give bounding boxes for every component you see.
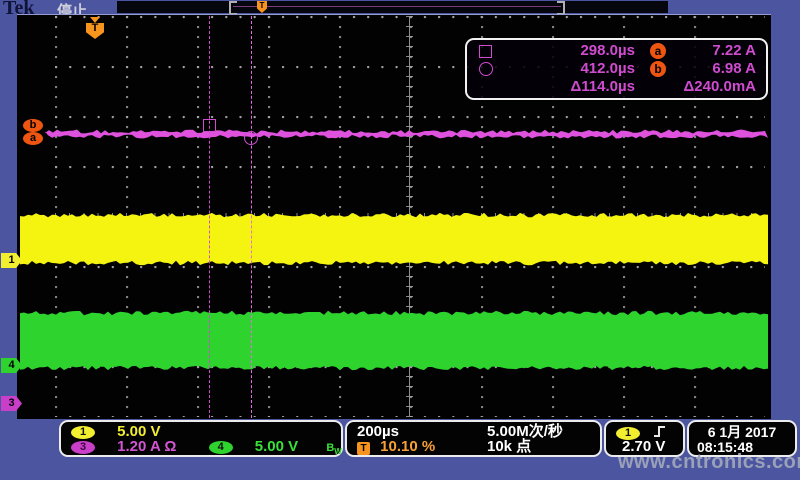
cursor-b-badge: b bbox=[635, 60, 681, 77]
cursor-b-line bbox=[251, 16, 252, 418]
cursor-a-badge: a bbox=[635, 42, 681, 59]
square-cursor-icon bbox=[479, 42, 513, 59]
ch1-badge: 1 bbox=[71, 426, 95, 439]
cursor-readout-box: 298.0µs a 7.22 A 412.0µs b 6.98 A Δ114.0… bbox=[465, 38, 768, 100]
cursor-circle-marker-icon bbox=[244, 131, 258, 145]
record-view-bar: T bbox=[117, 1, 668, 13]
date: 6 1月 2017 bbox=[689, 424, 795, 440]
cursor-a-value: 7.22 A bbox=[681, 42, 756, 59]
ch3-scale: 1.20 A Ω bbox=[117, 438, 176, 455]
cursor-a-time: 298.0µs bbox=[513, 42, 635, 59]
trigger-slope-rising-icon bbox=[652, 424, 667, 439]
cursor-b-edge-badge: b bbox=[23, 119, 43, 132]
record-length: 10k 点 bbox=[487, 439, 531, 455]
oscilloscope-screen: Tek 停止 T T b a 1 4 3 298.0µs a 7.22 A 41… bbox=[0, 0, 800, 480]
cursor-a-line bbox=[209, 16, 210, 418]
trigger-position-caret-icon bbox=[90, 17, 100, 23]
cursor-delta-value: Δ240.0mA bbox=[681, 78, 756, 95]
circle-cursor-icon bbox=[479, 60, 513, 77]
ch3-badge: 3 bbox=[71, 441, 95, 454]
trigger-position-icon: T bbox=[357, 442, 370, 455]
cursor-a-edge-badge: a bbox=[23, 132, 43, 145]
trigger-position-percent: 10.10 % bbox=[380, 438, 435, 455]
ch4-scale: 5.00 V bbox=[255, 438, 298, 455]
ch4-badge: 4 bbox=[209, 441, 233, 454]
horizontal-readout-box: 200µs 5.00M次/秒 T 10.10 % 10k 点 bbox=[345, 420, 602, 457]
bandwidth-limit-icon: BW bbox=[326, 442, 342, 454]
cursor-b-value: 6.98 A bbox=[681, 60, 756, 77]
record-trigger-marker-icon: T bbox=[257, 1, 267, 13]
cursor-delta-time: Δ114.0µs bbox=[513, 78, 635, 95]
cursor-b-time: 412.0µs bbox=[513, 60, 635, 77]
channel-readout-box: 1 5.00 V 3 1.20 A Ω 4 5.00 V BW bbox=[59, 420, 343, 457]
record-window-right-bracket bbox=[557, 1, 565, 15]
record-window-left-bracket bbox=[229, 1, 237, 15]
watermark: www.cntronics.com bbox=[618, 451, 800, 474]
record-line bbox=[233, 6, 561, 7]
cursor-square-marker-icon bbox=[203, 119, 216, 132]
